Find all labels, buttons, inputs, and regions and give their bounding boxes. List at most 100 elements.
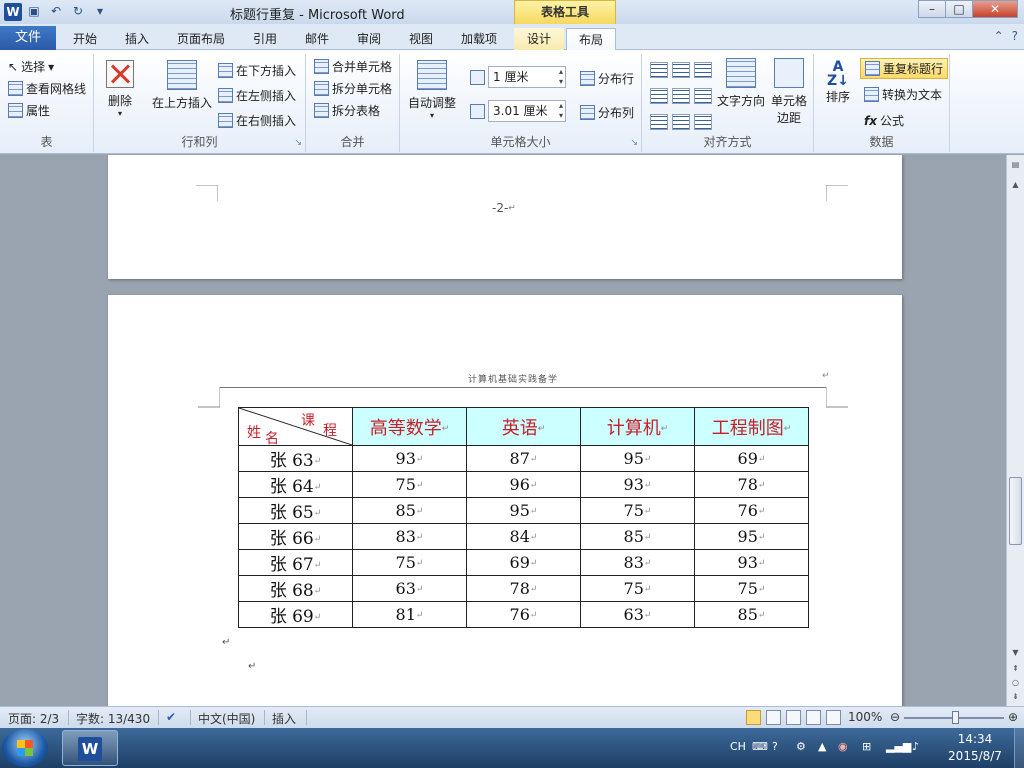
score-cell[interactable]: 63↵ — [352, 575, 467, 602]
tab-references[interactable]: 引用 — [240, 28, 290, 50]
dialog-launcher-icon[interactable]: ↘ — [294, 138, 302, 148]
row-height-input[interactable]: 1 厘米 ▴ ▾ — [488, 66, 566, 88]
score-cell[interactable]: 63↵ — [580, 601, 695, 628]
tab-design[interactable]: 设计 — [514, 28, 564, 50]
align-top-left-icon[interactable] — [650, 62, 668, 78]
tab-mailings[interactable]: 邮件 — [292, 28, 342, 50]
spinner-icon[interactable]: ▴ ▾ — [559, 101, 563, 121]
distribute-rows-button[interactable]: 分布行 — [580, 70, 634, 87]
align-bottom-left-icon[interactable] — [650, 114, 668, 130]
windows-flag-icon[interactable]: ⊞ — [862, 740, 871, 753]
header-cell[interactable]: 高等数学↵ — [352, 407, 467, 446]
name-cell[interactable]: 张 67↵ — [238, 549, 353, 576]
view-gridlines-button[interactable]: 查看网格线 — [8, 80, 86, 97]
minimize-ribbon-icon[interactable]: ⌃ — [994, 29, 1004, 43]
align-middle-left-icon[interactable] — [650, 88, 668, 104]
select-button[interactable]: ↖ 选择 ▾ — [8, 58, 54, 75]
name-cell[interactable]: 张 64↵ — [238, 471, 353, 498]
scroll-up-icon[interactable]: ▲ — [1008, 177, 1023, 192]
score-cell[interactable]: 78↵ — [466, 575, 581, 602]
word-app-icon[interactable]: W — [4, 3, 22, 21]
score-cell[interactable]: 95↵ — [580, 445, 695, 472]
browse-object-icon[interactable]: ○ — [1008, 675, 1023, 690]
column-width-input[interactable]: 3.01 厘米 ▴ ▾ — [488, 100, 566, 122]
page-2[interactable]: 计算机基础实践备学 ↵ 课 程 姓 名 高等数学↵ 英语↵ 计算机↵ 工程制图↵… — [108, 295, 902, 706]
document-area[interactable]: -2-↵ 计算机基础实践备学 ↵ 课 程 姓 名 高等数学↵ 英语↵ 计算机↵ … — [0, 155, 1006, 706]
cell-margins-button[interactable]: 单元格 边距 — [768, 58, 810, 126]
delete-button[interactable]: 删除 ▾ — [102, 60, 138, 118]
autofit-button[interactable]: 自动调整 ▾ — [404, 60, 460, 120]
header-cell[interactable]: 计算机↵ — [580, 407, 695, 446]
minimize-button[interactable]: – — [918, 0, 946, 18]
ruler-toggle-icon[interactable]: ▤ — [1008, 157, 1023, 172]
insert-mode-indicator[interactable]: 插入 — [272, 710, 296, 727]
align-top-right-icon[interactable] — [694, 62, 712, 78]
scroll-down-icon[interactable]: ▼ — [1008, 645, 1023, 660]
score-cell[interactable]: 83↵ — [580, 549, 695, 576]
keyboard-icon[interactable]: ⌨ — [752, 740, 768, 753]
name-cell[interactable]: 张 68↵ — [238, 575, 353, 602]
score-cell[interactable]: 93↵ — [352, 445, 467, 472]
score-cell[interactable]: 85↵ — [580, 523, 695, 550]
align-middle-center-icon[interactable] — [672, 88, 690, 104]
score-cell[interactable]: 93↵ — [694, 549, 809, 576]
page-1[interactable]: -2-↵ — [108, 155, 902, 279]
network-icon[interactable]: ▂▄▆ — [886, 740, 911, 753]
help-icon[interactable]: ? — [1012, 29, 1018, 43]
print-layout-icon[interactable] — [746, 710, 761, 725]
save-icon[interactable]: ▣ — [26, 3, 42, 19]
scroll-thumb[interactable] — [1009, 477, 1022, 545]
sort-button[interactable]: A Z↓ 排序 — [820, 60, 856, 105]
score-cell[interactable]: 75↵ — [352, 549, 467, 576]
start-button[interactable] — [2, 729, 48, 767]
split-table-button[interactable]: 拆分表格 — [314, 102, 380, 119]
score-cell[interactable]: 75↵ — [694, 575, 809, 602]
zoom-out-icon[interactable]: ⊖ — [890, 710, 900, 724]
zoom-in-icon[interactable]: ⊕ — [1008, 710, 1018, 724]
web-layout-icon[interactable] — [786, 710, 801, 725]
system-clock[interactable]: 14:34 2015/8/7 — [940, 731, 1010, 765]
language-indicator[interactable]: 中文(中国) — [198, 710, 255, 727]
score-cell[interactable]: 75↵ — [352, 471, 467, 498]
next-page-icon[interactable]: ⇟ — [1008, 689, 1023, 704]
tab-file[interactable]: 文件 — [0, 26, 56, 50]
properties-button[interactable]: 属性 — [8, 102, 50, 119]
redo-icon[interactable]: ↻ — [70, 3, 86, 19]
formula-button[interactable]: fx 公式 — [864, 112, 904, 129]
name-cell[interactable]: 张 63↵ — [238, 445, 353, 472]
tab-page-layout[interactable]: 页面布局 — [168, 28, 234, 50]
close-button[interactable]: ✕ — [972, 0, 1018, 18]
score-cell[interactable]: 76↵ — [694, 497, 809, 524]
tab-insert[interactable]: 插入 — [112, 28, 162, 50]
align-bottom-center-icon[interactable] — [672, 114, 690, 130]
tray-settings-icon[interactable]: ⚙ — [796, 740, 806, 753]
show-desktop-button[interactable] — [1014, 728, 1024, 768]
merge-cells-button[interactable]: 合并单元格 — [314, 58, 392, 75]
align-middle-right-icon[interactable] — [694, 88, 712, 104]
word-count[interactable]: 字数: 13/430 — [76, 710, 150, 727]
name-cell[interactable]: 张 69↵ — [238, 601, 353, 628]
score-cell[interactable]: 78↵ — [694, 471, 809, 498]
header-cell[interactable]: 英语↵ — [466, 407, 581, 446]
score-cell[interactable]: 93↵ — [580, 471, 695, 498]
undo-icon[interactable]: ↶ — [48, 3, 64, 19]
proofing-icon[interactable]: ✔ — [166, 710, 176, 724]
score-cell[interactable]: 85↵ — [352, 497, 467, 524]
align-bottom-right-icon[interactable] — [694, 114, 712, 130]
convert-to-text-button[interactable]: 转换为文本 — [864, 86, 942, 103]
header-cell[interactable]: 工程制图↵ — [694, 407, 809, 446]
vertical-scrollbar[interactable]: ▤ ▲ ▼ ⇞ ○ ⇟ — [1006, 155, 1024, 706]
maximize-button[interactable]: □ — [945, 0, 973, 18]
tab-layout[interactable]: 布局 — [566, 28, 616, 51]
tab-home[interactable]: 开始 — [60, 28, 110, 50]
score-cell[interactable]: 87↵ — [466, 445, 581, 472]
text-direction-button[interactable]: 文字方向 — [716, 58, 766, 109]
align-top-center-icon[interactable] — [672, 62, 690, 78]
spinner-icon[interactable]: ▴ ▾ — [559, 67, 563, 87]
tab-view[interactable]: 视图 — [396, 28, 446, 50]
tab-addins[interactable]: 加载项 — [450, 28, 508, 50]
taskbar-word-button[interactable]: W — [62, 730, 118, 766]
help-tray-icon[interactable]: ? — [772, 740, 778, 753]
score-cell[interactable]: 84↵ — [466, 523, 581, 550]
insert-above-button[interactable]: 在上方插入 — [148, 60, 216, 111]
